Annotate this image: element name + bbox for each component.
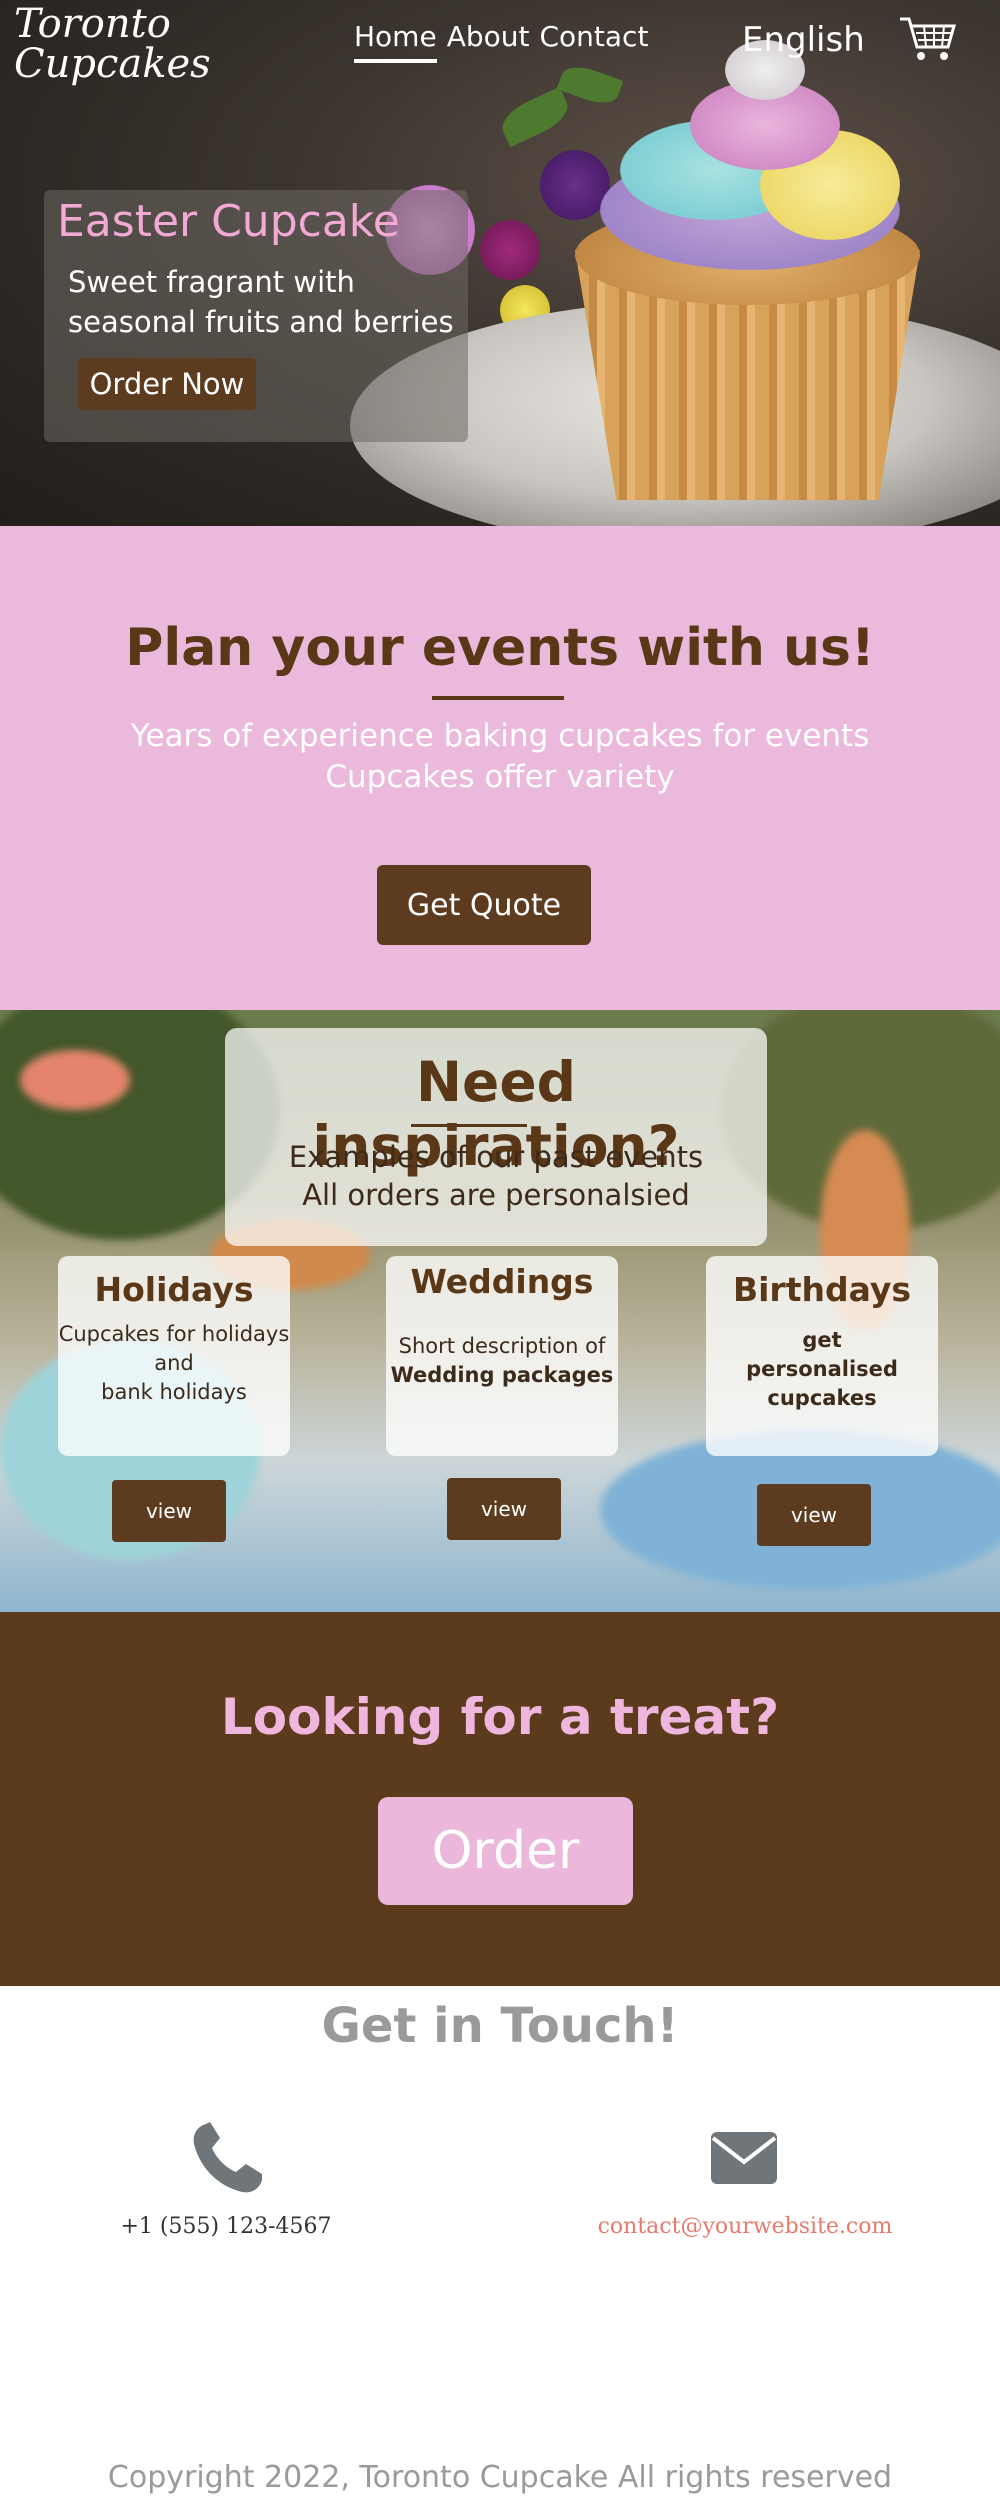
leaf-decoration <box>496 86 574 148</box>
holidays-view-button[interactable]: view <box>112 1480 226 1542</box>
holidays-card: Holidays Cupcakes for holidays and bank … <box>58 1256 290 1456</box>
events-title: Plan your events with us! <box>125 618 875 678</box>
cart-icon[interactable] <box>898 14 956 64</box>
events-line-1: Years of experience baking cupcakes for … <box>130 718 870 754</box>
phone-icon[interactable] <box>188 2120 264 2196</box>
main-nav: Home About Contact <box>354 20 648 63</box>
phone-number: +1 (555) 123-4567 <box>120 2214 332 2239</box>
weddings-title: Weddings <box>410 1262 594 1301</box>
birthdays-desc-line: personalised <box>746 1357 898 1381</box>
inspiration-line-2: All orders are personalsied <box>302 1178 690 1212</box>
weddings-desc-line: Short description of <box>398 1334 606 1358</box>
birthdays-desc-line: get <box>802 1328 842 1352</box>
birthdays-title: Birthdays <box>732 1270 912 1309</box>
inspiration-card: Need inspiration? Examples of our past e… <box>225 1028 767 1246</box>
nav-link-home[interactable]: Home <box>354 20 437 63</box>
holidays-title: Holidays <box>94 1270 254 1309</box>
inspiration-section: Need inspiration? Examples of our past e… <box>0 1010 1000 1612</box>
email-link[interactable]: contact@yourwebsite.com <box>560 2214 930 2239</box>
background-cake <box>20 1050 130 1110</box>
hero-promo-card: Easter Cupcake Sweet fragrant with seaso… <box>44 190 468 442</box>
get-quote-button[interactable]: Get Quote <box>377 865 591 945</box>
nav-link-contact[interactable]: Contact <box>539 20 648 53</box>
title-underline <box>411 1124 527 1127</box>
order-button[interactable]: Order <box>378 1797 633 1905</box>
title-underline <box>432 696 564 700</box>
contact-title: Get in Touch! <box>321 1998 679 2054</box>
events-line-2: Cupcakes offer variety <box>325 759 675 795</box>
copyright-footer: Copyright 2022, Toronto Cupcake All righ… <box>107 2460 893 2495</box>
nav-link-about[interactable]: About <box>447 20 530 53</box>
weddings-desc-line: Wedding packages <box>390 1363 614 1387</box>
birthdays-desc-line: cupcakes <box>767 1386 877 1410</box>
treat-title: Looking for a treat? <box>220 1688 780 1746</box>
holidays-desc-line: bank holidays <box>101 1380 247 1404</box>
mail-icon[interactable] <box>709 2130 779 2186</box>
hero-banner: Toronto Cupcakes Home About Contact Engl… <box>0 0 1000 526</box>
weddings-card: Weddings Short description of Wedding pa… <box>386 1256 618 1456</box>
order-now-button[interactable]: Order Now <box>78 358 256 410</box>
birthdays-view-button[interactable]: view <box>757 1484 871 1546</box>
order-section: Looking for a treat? Order <box>0 1612 1000 1986</box>
holidays-desc-line: and <box>154 1351 194 1375</box>
brand-logo[interactable]: Toronto Cupcakes <box>14 4 211 84</box>
weddings-view-button[interactable]: view <box>447 1478 561 1540</box>
events-section: Plan your events with us! Years of exper… <box>0 526 1000 1010</box>
hero-title: Easter Cupcake <box>57 196 400 247</box>
flower-decoration <box>480 220 540 280</box>
birthdays-card: Birthdays get personalised cupcakes <box>706 1256 938 1456</box>
language-selector[interactable]: English <box>742 20 865 60</box>
hero-subtitle: Sweet fragrant with seasonal fruits and … <box>68 265 454 339</box>
holidays-desc-line: Cupcakes for holidays <box>58 1322 290 1346</box>
inspiration-line-1: Examples of our past events <box>288 1140 704 1174</box>
